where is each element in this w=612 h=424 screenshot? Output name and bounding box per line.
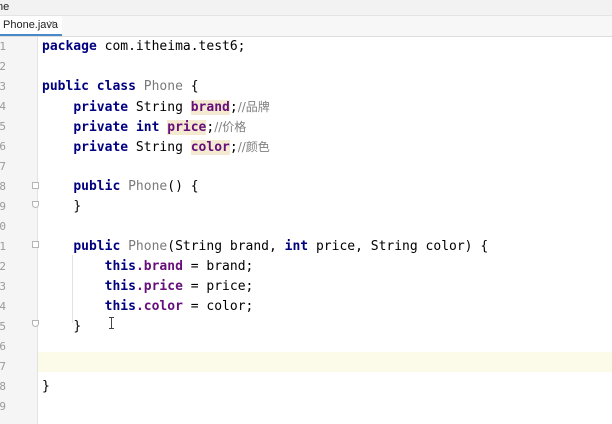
line-number: 3 (0, 280, 6, 293)
code-line-class-close: } (42, 377, 50, 397)
assign-rest: = color; (182, 299, 254, 314)
field-ref: .brand (135, 259, 183, 274)
semicolon: ; (229, 140, 238, 155)
line-number: 6 (0, 140, 6, 153)
keyword: public (73, 179, 121, 194)
field-ref: .price (135, 279, 183, 294)
field-name: brand (190, 100, 230, 115)
brace: { (182, 79, 199, 94)
type-keyword: int (135, 120, 160, 135)
text-cursor-icon (109, 317, 115, 329)
type-keyword: int (284, 239, 309, 254)
current-line-highlight (38, 352, 612, 372)
keyword: package (42, 39, 97, 54)
code-line-field-brand: private String brand;//品牌 (42, 97, 270, 117)
line-number: 1 (0, 40, 6, 53)
brace: } (42, 379, 50, 394)
package-name: com.itheima.test6; (96, 39, 246, 54)
comment: //品牌 (237, 100, 270, 114)
keyword: public (42, 79, 89, 94)
type: String (128, 100, 191, 115)
keyword: private (73, 140, 129, 155)
assign-rest: = brand; (182, 259, 254, 274)
line-number: 4 (0, 300, 6, 313)
constructor-name: Phone (128, 239, 168, 254)
code-line-assign-color: this.color = color; (42, 297, 254, 317)
semicolon: ; (229, 100, 238, 115)
params: price, String color) { (308, 239, 489, 254)
line-number: 4 (0, 100, 6, 113)
assign-rest: = price; (182, 279, 254, 294)
brace: } (73, 319, 82, 334)
line-number-gutter[interactable]: 1 2 3 4 5 6 7 8 9 0 1 2 3 4 5 6 7 8 9 (0, 37, 39, 424)
line-number: 7 (0, 360, 6, 373)
close-icon[interactable]: × (48, 18, 54, 30)
brace: } (73, 199, 82, 214)
keyword: private (73, 100, 129, 115)
code-line-class-decl: public class Phone { (42, 77, 199, 97)
window-title: ne (0, 1, 10, 13)
this-keyword: this (104, 299, 136, 314)
field-name: color (190, 140, 230, 155)
field-ref: .color (135, 299, 183, 314)
code-line-package: package com.itheima.test6; (42, 37, 246, 57)
code-line-field-price: private int price;//价格 (42, 117, 246, 137)
editor-tab-bar: Phone.java × (0, 16, 612, 37)
code-editor[interactable]: package com.itheima.test6; public class … (38, 37, 612, 424)
line-number: 8 (0, 380, 6, 393)
keyword: class (96, 79, 136, 94)
this-keyword: this (104, 279, 136, 294)
line-number: 5 (0, 120, 6, 133)
comment: //颜色 (237, 140, 270, 154)
line-number: 6 (0, 340, 6, 353)
line-number: 9 (0, 400, 6, 413)
line-number: 1 (0, 240, 6, 253)
class-name: Phone (143, 79, 183, 94)
field-name: price (167, 120, 207, 135)
line-number: 9 (0, 200, 6, 213)
line-number: 0 (0, 220, 6, 233)
tab-phone-java[interactable]: Phone.java × (0, 16, 62, 36)
line-number: 3 (0, 80, 6, 93)
code-line-field-color: private String color;//颜色 (42, 137, 270, 157)
title-bar: ne (0, 0, 612, 16)
keyword: public (73, 239, 121, 254)
keyword: private (73, 120, 129, 135)
code-line-assign-brand: this.brand = brand; (42, 257, 254, 277)
code-line-ctor-full: public Phone(String brand, int price, St… (42, 237, 488, 257)
line-number: 7 (0, 160, 6, 173)
code-line-assign-price: this.price = price; (42, 277, 254, 297)
code-line-ctor-default: public Phone() { (42, 177, 199, 197)
code-line-close-brace: } (42, 317, 81, 337)
comment: //价格 (214, 120, 247, 134)
line-number: 2 (0, 60, 6, 73)
line-number: 5 (0, 320, 6, 333)
type: String (128, 140, 191, 155)
params: (String brand, (167, 239, 285, 254)
code-line-close-brace: } (42, 197, 81, 217)
constructor-name: Phone (128, 179, 168, 194)
this-keyword: this (104, 259, 136, 274)
line-number: 8 (0, 180, 6, 193)
line-number: 2 (0, 260, 6, 273)
ctor-rest: () { (167, 179, 199, 194)
